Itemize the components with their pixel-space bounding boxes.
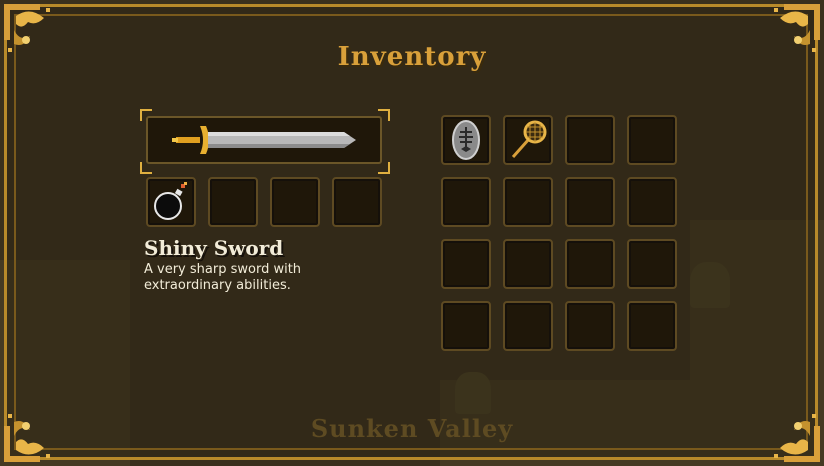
- description-line: extraordinary abilities.: [144, 278, 291, 293]
- backpack-slot[interactable]: [627, 239, 677, 289]
- fishing-net-icon: [511, 120, 547, 158]
- backpack-slot[interactable]: [503, 239, 553, 289]
- equipped-weapon-slot[interactable]: [146, 116, 382, 164]
- quick-slot-3[interactable]: [270, 177, 320, 227]
- backpack-slot[interactable]: [441, 239, 491, 289]
- selection-cursor-corner: [140, 109, 152, 121]
- area-name: Sunken Valley: [310, 414, 514, 443]
- selection-cursor-corner: [378, 162, 390, 174]
- backpack-slot[interactable]: [503, 301, 553, 351]
- backpack-slot[interactable]: [627, 301, 677, 351]
- quick-slot-4[interactable]: [332, 177, 382, 227]
- backpack-slot[interactable]: [503, 177, 553, 227]
- selection-cursor-corner: [378, 109, 390, 121]
- quick-slot-2[interactable]: [208, 177, 258, 227]
- backpack-slot[interactable]: [627, 115, 677, 165]
- backpack-slot[interactable]: [627, 177, 677, 227]
- selected-item-description: A very sharp sword with extraordinary ab…: [144, 262, 394, 294]
- inventory-frame: [4, 4, 818, 460]
- backpack-slot[interactable]: [565, 239, 615, 289]
- backpack-slot[interactable]: [565, 177, 615, 227]
- backpack-slot[interactable]: [441, 301, 491, 351]
- selection-cursor-corner: [140, 162, 152, 174]
- backpack-slot[interactable]: [565, 301, 615, 351]
- description-line: A very sharp sword with: [144, 262, 302, 277]
- inventory-frame-inner-border: [14, 14, 808, 450]
- inventory-title: Inventory: [337, 42, 487, 72]
- backpack-slot[interactable]: [503, 115, 553, 165]
- backpack-slot[interactable]: [565, 115, 615, 165]
- sword-icon: [172, 126, 356, 154]
- selected-item-name: Shiny Sword: [144, 236, 284, 260]
- fish-fossil-icon: [452, 120, 480, 160]
- backpack-slot[interactable]: [441, 177, 491, 227]
- bomb-icon: [154, 182, 187, 220]
- quick-slot-1[interactable]: [146, 177, 196, 227]
- backpack-slot[interactable]: [441, 115, 491, 165]
